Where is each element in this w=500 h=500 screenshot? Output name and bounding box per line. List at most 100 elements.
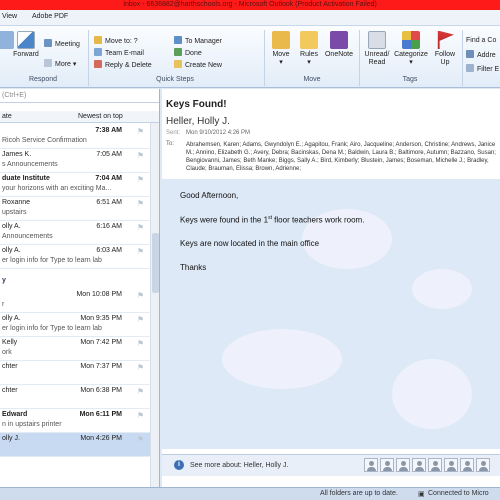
move-button[interactable]: Move ▾ <box>268 31 294 67</box>
body-line-1: Keys were found in the 1st floor teacher… <box>180 215 364 225</box>
to-manager-label: To Manager <box>185 38 222 45</box>
message-time: 6:51 AM <box>96 199 122 206</box>
list-item[interactable]: Edward Mon 6:11 PM n in upstairs printer… <box>0 409 150 433</box>
list-item[interactable]: Mon 10:08 PM r ⚑ <box>0 289 150 313</box>
flag-icon[interactable]: ⚑ <box>137 127 144 136</box>
message-time: Mon 6:38 PM <box>80 387 122 394</box>
flag-icon[interactable]: ⚑ <box>137 387 144 396</box>
create-new-label: Create New <box>185 62 222 69</box>
recipients-list[interactable]: Abrahemsen, Karen; Adams, Gwyndolyn E.; … <box>186 141 496 173</box>
message-time: 7:38 AM <box>95 127 122 134</box>
forward-button[interactable]: Forward <box>10 31 42 59</box>
rules-button[interactable]: Rules ▾ <box>296 31 322 67</box>
flag-icon[interactable]: ⚑ <box>137 291 144 300</box>
categorize-button[interactable]: Categorize ▾ <box>394 31 428 67</box>
list-item[interactable]: duate Institute 7:04 AM your horizons wi… <box>0 173 150 197</box>
follow-up-button[interactable]: Follow Up <box>430 31 460 67</box>
list-item[interactable]: James K. 7:05 AM s Announcements ⚑ <box>0 149 150 173</box>
contact-avatar[interactable] <box>396 458 410 472</box>
tab-view[interactable]: View <box>2 13 17 20</box>
contact-avatar[interactable] <box>460 458 474 472</box>
message-time: Mon 6:11 PM <box>79 411 122 418</box>
list-item[interactable]: olly A. 6:03 AM er login info for Type t… <box>0 245 150 269</box>
meeting-button[interactable]: Meeting <box>44 39 80 49</box>
flag-icon <box>437 31 454 49</box>
create-new-icon <box>174 60 182 68</box>
flag-icon[interactable]: ⚑ <box>137 363 144 372</box>
window-title-bar: Inbox - 6636882@harthschools.org - Micro… <box>0 0 500 10</box>
message-subject: ork <box>2 349 12 356</box>
flag-icon[interactable]: ⚑ <box>137 315 144 324</box>
flag-icon[interactable]: ⚑ <box>137 435 144 444</box>
message-sender: olly A. <box>2 247 21 254</box>
message-sender: duate Institute <box>2 175 50 182</box>
sort-order-header[interactable]: Newest on top <box>78 113 123 120</box>
group-header-yesterday[interactable]: y <box>2 277 6 284</box>
quick-steps-group-label: Quick Steps <box>156 76 194 83</box>
flag-icon[interactable]: ⚑ <box>137 339 144 348</box>
background-pattern <box>392 359 472 429</box>
background-pattern <box>222 329 342 389</box>
list-item-selected[interactable]: olly J. Mon 4:26 PM ⚑ <box>0 433 150 457</box>
list-item[interactable]: Kelly Mon 7:42 PM ork ⚑ <box>0 337 150 361</box>
list-item[interactable]: chter Mon 7:37 PM ⚑ <box>0 361 150 385</box>
unread-read-button[interactable]: Unread/ Read <box>362 31 392 67</box>
body-line-2: Keys are now located in the main office <box>180 239 320 248</box>
checkmark-icon <box>174 48 182 56</box>
message-time: Mon 9:35 PM <box>80 315 122 322</box>
message-sender: olly A. <box>2 223 21 230</box>
flag-icon[interactable]: ⚑ <box>137 199 144 208</box>
move-group-label: Move <box>303 76 321 83</box>
tab-adobe-pdf[interactable]: Adobe PDF <box>32 13 68 20</box>
message-sender-name[interactable]: Heller, Holly J. <box>166 116 230 127</box>
contact-avatar[interactable] <box>428 458 442 472</box>
scrollbar-thumb[interactable] <box>152 233 159 293</box>
address-book-label: Addre <box>477 52 496 59</box>
sent-date: Sent: Mon 9/10/2012 4:26 PM <box>166 130 250 136</box>
flag-icon[interactable]: ⚑ <box>137 175 144 184</box>
filter-email-button[interactable]: Filter E <box>466 64 499 74</box>
envelope-icon <box>368 31 386 49</box>
onenote-button[interactable]: OneNote <box>324 31 354 59</box>
contact-avatar[interactable] <box>380 458 394 472</box>
reading-pane: Keys Found! Heller, Holly J. Sent: Mon 9/… <box>162 89 500 487</box>
see-more-about[interactable]: See more about: Heller, Holly J. <box>190 462 288 469</box>
contact-avatar[interactable] <box>444 458 458 472</box>
more-label: More <box>55 61 71 68</box>
list-item[interactable]: 7:38 AM Ricoh Service Confirmation ⚑ <box>0 125 150 149</box>
quickstep-done[interactable]: Done <box>174 48 202 58</box>
find-contact-input[interactable]: Find a Co <box>466 36 496 46</box>
respond-group-label: Respond <box>28 76 58 83</box>
filter-email-label: Filter E <box>477 66 500 73</box>
reply-delete-label: Reply & Delete <box>105 62 152 69</box>
message-subject-heading: Keys Found! <box>166 99 227 110</box>
contact-avatar[interactable] <box>364 458 378 472</box>
flag-icon[interactable]: ⚑ <box>137 151 144 160</box>
chevron-down-icon: ▾ <box>307 59 311 66</box>
quickstep-create-new[interactable]: Create New <box>174 60 222 70</box>
more-icon <box>44 59 52 67</box>
search-input[interactable]: (Ctrl+E) <box>0 89 159 103</box>
list-item[interactable]: chter Mon 6:38 PM ⚑ <box>0 385 150 409</box>
exchange-icon: ▣ <box>418 491 425 498</box>
address-book-button[interactable]: Addre <box>466 50 496 60</box>
list-item[interactable]: olly A. Mon 9:35 PM er login info for Ty… <box>0 313 150 337</box>
contact-avatar[interactable] <box>412 458 426 472</box>
quickstep-move-to[interactable]: Move to: ? <box>94 36 138 46</box>
to-manager-icon <box>174 36 182 44</box>
contact-avatar[interactable] <box>476 458 490 472</box>
message-sender: Edward <box>2 411 28 418</box>
flag-icon[interactable]: ⚑ <box>137 223 144 232</box>
quickstep-team-email[interactable]: Team E-mail <box>94 48 144 58</box>
message-list-scrollbar[interactable] <box>150 123 159 487</box>
message-time: Mon 7:37 PM <box>80 363 122 370</box>
flag-icon[interactable]: ⚑ <box>137 411 144 420</box>
list-item[interactable]: Roxanne 6:51 AM upstairs ⚑ <box>0 197 150 221</box>
more-respond-button[interactable]: More ▾ <box>44 59 76 69</box>
info-icon[interactable]: i <box>174 460 184 470</box>
quickstep-reply-delete[interactable]: Reply & Delete <box>94 60 152 70</box>
quickstep-to-manager[interactable]: To Manager <box>174 36 222 46</box>
list-item[interactable]: olly A. 6:16 AM Announcements ⚑ <box>0 221 150 245</box>
flag-icon[interactable]: ⚑ <box>137 247 144 256</box>
sort-by-date-header[interactable]: ate <box>2 113 12 120</box>
